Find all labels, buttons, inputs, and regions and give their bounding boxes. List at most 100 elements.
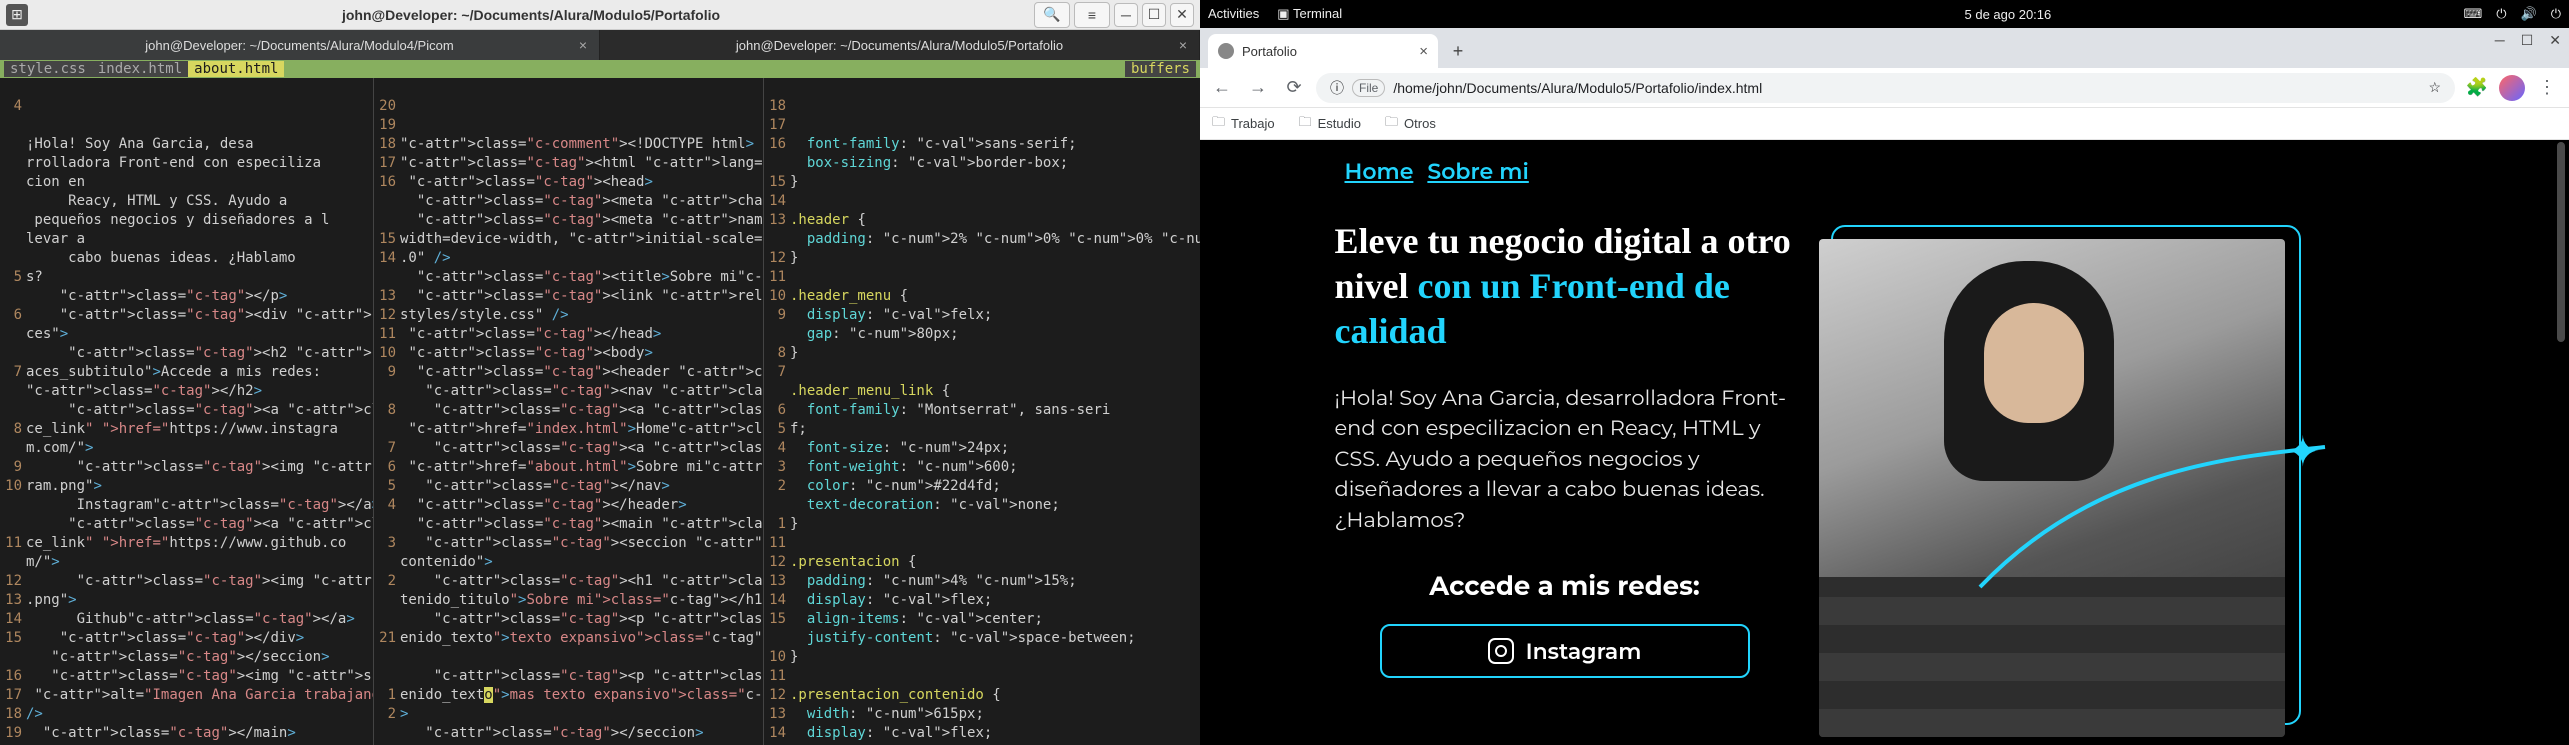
vim-editor[interactable]: 4 5 6 7 8 9 10 11 12 13 14 15 16 17 18 1… bbox=[0, 78, 1200, 745]
hamburger-icon: ≡ bbox=[1088, 7, 1096, 23]
vim-code[interactable]: ¡Hola! Soy Ana Garcia, desa rrolladora F… bbox=[26, 135, 373, 745]
vim-buffer-file[interactable]: style.css bbox=[4, 61, 92, 77]
vim-gutter: 20 19 18 17 16 15 14 13 12 11 10 9 8 7 6… bbox=[374, 97, 400, 743]
search-icon: 🔍 bbox=[1043, 6, 1060, 23]
reload-icon: ⟳ bbox=[1286, 77, 1301, 98]
chrome-profile-avatar[interactable] bbox=[2499, 75, 2525, 101]
maximize-icon: ☐ bbox=[1148, 6, 1161, 23]
window-close-button[interactable]: ✕ bbox=[2549, 32, 2561, 49]
bookmark-label: Trabajo bbox=[1231, 116, 1275, 131]
bookmark-folder-otros[interactable]: 🗀 Otros bbox=[1385, 113, 1436, 135]
chrome-forward-button[interactable]: → bbox=[1244, 74, 1272, 102]
terminal-icon: ▣ bbox=[1277, 6, 1293, 21]
volume-icon[interactable]: 🔊 bbox=[2521, 6, 2537, 22]
gnome-clock[interactable]: 5 de ago 20:16 bbox=[1965, 7, 2052, 22]
terminal-window: ⊞ john@Developer: ~/Documents/Alura/Modu… bbox=[0, 0, 1200, 745]
chrome-tabstrip: Portafolio × + ─ ☐ ✕ bbox=[1200, 28, 2569, 68]
vim-code[interactable]: font-family: "c-val">sans-serif; box-siz… bbox=[790, 135, 1200, 745]
window-maximize-button[interactable]: ☐ bbox=[2521, 32, 2534, 49]
page-nav: Home Sobre mi bbox=[1335, 158, 2435, 185]
sparkle-icon: ✦ bbox=[2285, 427, 2320, 476]
vim-pane-middle[interactable]: 20 19 18 17 16 15 14 13 12 11 10 9 8 7 6… bbox=[374, 78, 764, 745]
chrome-tab-title: Portafolio bbox=[1242, 44, 1297, 59]
star-icon[interactable]: ☆ bbox=[2428, 79, 2441, 96]
terminal-app-icon: ⊞ bbox=[6, 4, 28, 26]
terminal-titlebar: ⊞ john@Developer: ~/Documents/Alura/Modu… bbox=[0, 0, 1200, 30]
nav-link-about[interactable]: Sobre mi bbox=[1427, 158, 1528, 185]
page-scrollbar-thumb[interactable] bbox=[2557, 142, 2565, 342]
vim-bufferline-label: buffers bbox=[1125, 61, 1196, 77]
vim-gutter: 4 5 6 7 8 9 10 11 12 13 14 15 16 17 18 1… bbox=[0, 97, 26, 743]
chrome-url-text: /home/john/Documents/Alura/Modulo5/Porta… bbox=[1393, 80, 1762, 96]
social-link-label: Instagram bbox=[1526, 638, 1642, 665]
chrome-extensions-button[interactable]: 🧩 bbox=[2463, 74, 2491, 102]
hero-body: ¡Hola! Soy Ana Garcia, desarrolladora Fr… bbox=[1335, 384, 1795, 536]
gnome-top-bar: Activities ▣ Terminal 5 de ago 20:16 ⌨ ⏻… bbox=[1200, 0, 2569, 28]
chrome-reload-button[interactable]: ⟳ bbox=[1280, 74, 1308, 102]
terminal-maximize-button[interactable]: ☐ bbox=[1142, 3, 1166, 27]
close-icon: ✕ bbox=[1176, 6, 1188, 23]
gnome-activities[interactable]: Activities bbox=[1208, 6, 1259, 22]
chrome-menu-button[interactable]: ⋮ bbox=[2533, 74, 2561, 102]
page-scrollbar[interactable] bbox=[2555, 142, 2567, 743]
terminal-title: john@Developer: ~/Documents/Alura/Modulo… bbox=[28, 7, 1034, 23]
bookmark-label: Otros bbox=[1404, 116, 1436, 131]
gnome-status-area[interactable]: ⌨ ⏻ 🔊 ⏻ bbox=[2463, 6, 2561, 22]
chrome-bookmarks-bar: 🗀 Trabajo 🗀 Estudio 🗀 Otros bbox=[1200, 108, 2569, 140]
chrome-url-scheme-chip: File bbox=[1352, 79, 1385, 97]
chrome-new-tab-button[interactable]: + bbox=[1444, 37, 1472, 65]
kebab-icon: ⋮ bbox=[2538, 77, 2556, 98]
terminal-tabstrip: john@Developer: ~/Documents/Alura/Modulo… bbox=[0, 30, 1200, 60]
vim-buffer-file[interactable]: index.html bbox=[92, 61, 188, 77]
plus-icon: + bbox=[1453, 41, 1464, 62]
page-viewport[interactable]: Home Sobre mi Eleve tu negocio digital a… bbox=[1200, 140, 2569, 745]
favicon-icon bbox=[1218, 43, 1234, 59]
terminal-menu-button[interactable]: ≡ bbox=[1074, 2, 1110, 28]
instagram-icon bbox=[1488, 638, 1514, 664]
terminal-close-button[interactable]: ✕ bbox=[1170, 3, 1194, 27]
network-icon[interactable]: ⏻ bbox=[2496, 6, 2506, 22]
vim-buffer-file-active[interactable]: about.html bbox=[188, 61, 284, 77]
arrow-right-icon: → bbox=[1249, 77, 1267, 98]
vim-gutter: 18 17 16 15 14 13 12 11 10 9 8 7 6 5 4 3… bbox=[764, 97, 790, 743]
bookmark-label: Estudio bbox=[1318, 116, 1361, 131]
gnome-active-app[interactable]: ▣ Terminal bbox=[1277, 6, 1342, 22]
swoosh-decoration bbox=[1975, 437, 2335, 597]
close-icon[interactable]: × bbox=[579, 37, 587, 53]
chrome-window: Portafolio × + ─ ☐ ✕ ← → ⟳ ⓘ File bbox=[1200, 28, 2569, 745]
terminal-tab-2[interactable]: john@Developer: ~/Documents/Alura/Modulo… bbox=[600, 30, 1200, 60]
terminal-tab-label: john@Developer: ~/Documents/Alura/Modulo… bbox=[145, 38, 453, 53]
bookmark-folder-trabajo[interactable]: 🗀 Trabajo bbox=[1212, 113, 1275, 135]
terminal-minimize-button[interactable]: ─ bbox=[1114, 3, 1138, 27]
terminal-search-button[interactable]: 🔍 bbox=[1034, 2, 1070, 28]
chrome-back-button[interactable]: ← bbox=[1208, 74, 1236, 102]
vim-pane-right[interactable]: 18 17 16 15 14 13 12 11 10 9 8 7 6 5 4 3… bbox=[764, 78, 1200, 745]
puzzle-icon: 🧩 bbox=[2466, 77, 2488, 98]
bookmark-folder-estudio[interactable]: 🗀 Estudio bbox=[1299, 113, 1361, 135]
folder-icon: 🗀 bbox=[1299, 113, 1312, 135]
socials-heading: Accede a mis redes: bbox=[1335, 570, 1795, 602]
hero-title: Eleve tu negocio digital a otro nivel co… bbox=[1335, 219, 1795, 354]
folder-icon: 🗀 bbox=[1212, 113, 1225, 135]
keyboard-layout-icon[interactable]: ⌨ bbox=[2463, 6, 2482, 22]
terminal-tab-label: john@Developer: ~/Documents/Alura/Modulo… bbox=[736, 38, 1063, 53]
nav-link-home[interactable]: Home bbox=[1345, 158, 1414, 185]
minimize-icon: ─ bbox=[1121, 7, 1131, 23]
social-link-instagram[interactable]: Instagram bbox=[1380, 624, 1750, 678]
power-icon[interactable]: ⏻ bbox=[2551, 6, 2561, 22]
arrow-left-icon: ← bbox=[1213, 77, 1231, 98]
vim-code[interactable]: "c-attr">class="c-comment"><!DOCTYPE htm… bbox=[400, 135, 763, 745]
folder-icon: 🗀 bbox=[1385, 113, 1398, 135]
right-monitor: Activities ▣ Terminal 5 de ago 20:16 ⌨ ⏻… bbox=[1200, 0, 2569, 745]
close-icon[interactable]: × bbox=[1179, 37, 1187, 53]
terminal-tab-1[interactable]: john@Developer: ~/Documents/Alura/Modulo… bbox=[0, 30, 600, 60]
info-icon[interactable]: ⓘ bbox=[1330, 78, 1344, 98]
chrome-toolbar: ← → ⟳ ⓘ File /home/john/Documents/Alura/… bbox=[1200, 68, 2569, 108]
close-icon[interactable]: × bbox=[1419, 43, 1428, 60]
hero-image-frame: ✦ bbox=[1831, 225, 2301, 725]
window-minimize-button[interactable]: ─ bbox=[2495, 32, 2505, 49]
chrome-tab[interactable]: Portafolio × bbox=[1208, 34, 1438, 68]
vim-pane-left[interactable]: 4 5 6 7 8 9 10 11 12 13 14 15 16 17 18 1… bbox=[0, 78, 374, 745]
vim-bufferline: style.css index.html about.html buffers bbox=[0, 60, 1200, 78]
chrome-omnibox[interactable]: ⓘ File /home/john/Documents/Alura/Modulo… bbox=[1316, 73, 2455, 103]
